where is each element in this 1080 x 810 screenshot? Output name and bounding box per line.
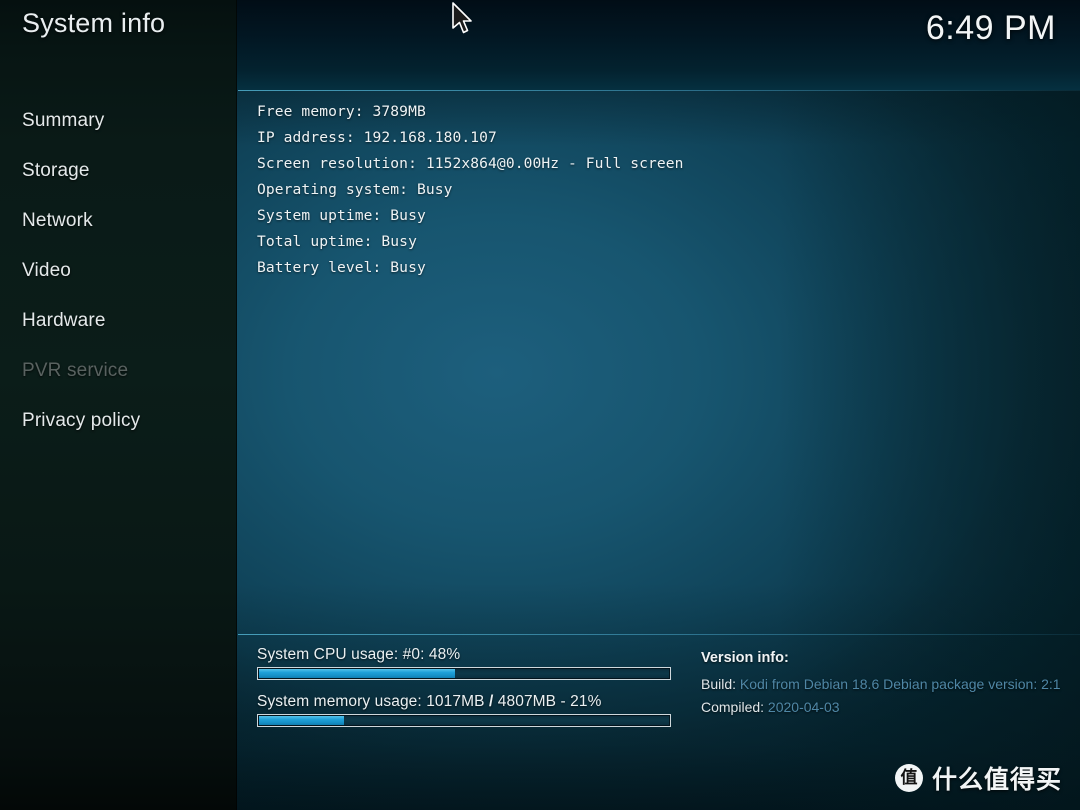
sidebar-item-network[interactable]: Network (0, 196, 236, 246)
kodi-system-info-screen: 6:49 PM System info Summary Storage Netw… (0, 0, 1080, 810)
header-bar: 6:49 PM (237, 0, 1080, 90)
watermark: 值 什么值得买 (894, 760, 1062, 796)
info-line-system-uptime: System uptime: Busy (257, 207, 426, 224)
sidebar-item-video[interactable]: Video (0, 246, 236, 296)
version-compiled-label: Compiled: (701, 699, 768, 715)
memory-usage-bar (257, 714, 671, 727)
cpu-usage-bar (257, 667, 671, 680)
watermark-text: 什么值得买 (931, 765, 1062, 794)
info-line-free-memory: Free memory: 3789MB (257, 103, 426, 120)
sidebar: System info Summary Storage Network Vide… (0, 0, 237, 810)
version-compiled-row: Compiled: 2020-04-03 (701, 696, 1080, 719)
version-build-value: Kodi from Debian 18.6 Debian package ver… (739, 676, 1061, 692)
version-compiled-value: 2020-04-03 (767, 699, 840, 715)
page-title: System info (22, 8, 166, 38)
info-line-battery-level: Battery level: Busy (257, 259, 426, 276)
version-build-row: Build: Kodi from Debian 18.6 Debian pack… (701, 673, 1080, 696)
content-top-separator (238, 90, 1080, 91)
cpu-usage-label: System CPU usage: #0: 48% (257, 646, 461, 663)
memory-usage-label: System memory usage: 1017MB / 4807MB - 2… (257, 693, 673, 711)
version-info-panel: Version info: Build: Kodi from Debian 18… (701, 650, 1080, 719)
memory-usage-bar-fill (259, 716, 344, 725)
version-build-label: Build: (701, 676, 740, 692)
memory-usage-label-post: 4807MB - 21% (493, 693, 602, 710)
cpu-usage-bar-fill (259, 669, 455, 678)
clock: 6:49 PM (925, 9, 1056, 47)
memory-usage-label-pre: System memory usage: 1017MB (257, 693, 489, 710)
sidebar-item-hardware[interactable]: Hardware (0, 296, 236, 346)
info-line-ip-address: IP address: 192.168.180.107 (257, 129, 497, 146)
info-line-total-uptime: Total uptime: Busy (257, 233, 417, 250)
system-info-list: Free memory: 3789MB IP address: 192.168.… (257, 99, 1047, 281)
sidebar-menu: Summary Storage Network Video Hardware P… (0, 96, 236, 446)
sidebar-item-summary[interactable]: Summary (0, 96, 236, 146)
content-bottom-separator (238, 634, 1080, 635)
smzdm-logo-icon: 值 (894, 764, 923, 792)
usage-panel: System CPU usage: #0: 48% System memory … (257, 646, 673, 740)
info-line-screen-resolution: Screen resolution: 1152x864@0.00Hz - Ful… (257, 155, 684, 172)
sidebar-item-storage[interactable]: Storage (0, 146, 236, 196)
info-line-operating-system: Operating system: Busy (257, 181, 453, 198)
version-info-title: Version info: (701, 650, 789, 666)
sidebar-item-privacy-policy[interactable]: Privacy policy (0, 396, 236, 446)
sidebar-item-pvr-service: PVR service (22, 360, 129, 381)
